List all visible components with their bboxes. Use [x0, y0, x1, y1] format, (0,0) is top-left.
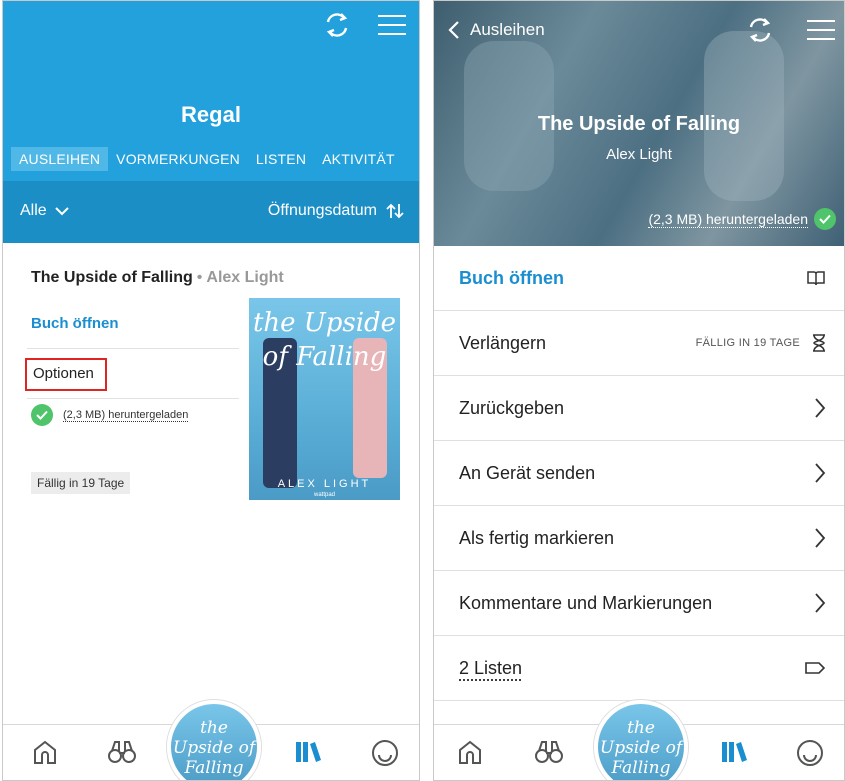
left-screen: Regal AUSLEIHEN VORMERKUNGEN LISTEN AKTI… [2, 0, 420, 781]
tab-listen[interactable]: LISTEN [248, 147, 314, 171]
sync-icon[interactable] [744, 16, 776, 44]
shelf-icon[interactable] [719, 739, 749, 770]
tab-aktivitaet[interactable]: AKTIVITÄT [314, 147, 403, 171]
check-icon [31, 404, 53, 426]
hourglass-icon [813, 334, 825, 352]
menu-label: 2 Listen [459, 657, 523, 678]
chevron-left-icon [448, 21, 459, 39]
chevron-down-icon [54, 207, 69, 216]
menu-open-book[interactable]: Buch öffnen [434, 246, 844, 311]
binoculars-icon[interactable] [534, 739, 564, 770]
book-detail-header: Ausleihen The Upside of Falling Alex Lig… [434, 1, 844, 246]
tab-vormerkungen[interactable]: VORMERKUNGEN [108, 147, 248, 171]
download-status-text: (2,3 MB) heruntergeladen [63, 408, 189, 422]
menu-icon[interactable] [377, 13, 407, 37]
divider [27, 398, 239, 399]
divider [27, 348, 239, 349]
book-title: The Upside of Falling [537, 113, 741, 135]
book-title: The Upside of Falling [31, 269, 193, 286]
bottom-nav: the Upside of Falling [434, 700, 844, 780]
due-meta: FÄLLIG IN 19 TAGE [695, 337, 800, 349]
center-cover-title: the Upside of Falling [599, 718, 683, 778]
page-title: Regal [181, 102, 241, 127]
center-cover-title: the Upside of Falling [172, 718, 256, 778]
cover-author: ALEX LIGHT [277, 478, 372, 490]
open-book-link[interactable]: Buch öffnen [31, 315, 119, 332]
shelf-header: Regal AUSLEIHEN VORMERKUNGEN LISTEN AKTI… [3, 1, 419, 181]
chevron-right-icon [815, 593, 826, 613]
cover-title: the Upside of Falling [252, 308, 397, 372]
book-cover[interactable]: the Upside of Falling ALEX LIGHT wattpad [249, 298, 400, 500]
smiley-icon[interactable] [371, 739, 399, 772]
tab-ausleihen[interactable]: AUSLEIHEN [11, 147, 109, 171]
sync-icon[interactable] [321, 11, 353, 39]
back-button[interactable]: Ausleihen [448, 20, 545, 40]
menu-icon[interactable] [806, 18, 836, 42]
shelf-icon[interactable] [293, 739, 323, 770]
due-badge: Fällig in 19 Tage [31, 472, 131, 494]
menu-notes-highlights[interactable]: Kommentare und Markierungen [434, 571, 844, 636]
back-label: Ausleihen [470, 20, 545, 39]
filter-bar: Alle Öffnungsdatum [3, 181, 419, 243]
right-screen: Ausleihen The Upside of Falling Alex Lig… [433, 0, 845, 781]
home-icon[interactable] [456, 739, 484, 770]
current-book-button[interactable]: the Upside of Falling [167, 700, 261, 780]
binoculars-icon[interactable] [107, 739, 137, 770]
menu-label: Als fertig markieren [459, 527, 615, 548]
menu-return[interactable]: Zurückgeben [434, 376, 844, 441]
cover-publisher: wattpad [313, 492, 335, 498]
book-author: Alex Light [206, 269, 284, 286]
menu-label: Verlängern [459, 332, 547, 353]
current-book-button[interactable]: the Upside of Falling [594, 700, 688, 780]
shelf-tabs: AUSLEIHEN VORMERKUNGEN LISTEN AKTIVITÄT [11, 147, 403, 171]
book-heading: The Upside of Falling • Alex Light [31, 269, 284, 287]
check-icon [814, 208, 836, 230]
home-icon[interactable] [31, 739, 59, 770]
menu-label: Buch öffnen [459, 267, 564, 288]
menu-renew[interactable]: Verlängern FÄLLIG IN 19 TAGE [434, 311, 844, 376]
menu-label: Kommentare und Markierungen [459, 592, 713, 613]
filter-label: Alle [20, 202, 47, 219]
sort-label: Öffnungsdatum [267, 202, 377, 219]
chevron-right-icon [815, 463, 826, 483]
download-status-text: (2,3 MB) heruntergeladen [648, 210, 808, 228]
chevron-right-icon [815, 528, 826, 548]
download-status: (2,3 MB) heruntergeladen [648, 208, 836, 230]
chevron-right-icon [815, 398, 826, 418]
book-author: Alex Light [606, 146, 672, 163]
book-open-icon [807, 271, 825, 286]
menu-send-to-device[interactable]: An Gerät senden [434, 441, 844, 506]
filter-dropdown[interactable]: Alle [20, 202, 69, 220]
sort-button[interactable]: Öffnungsdatum [268, 202, 405, 220]
tag-icon [805, 662, 826, 674]
menu-lists[interactable]: 2 Listen [434, 636, 844, 701]
menu-mark-finished[interactable]: Als fertig markieren [434, 506, 844, 571]
smiley-icon[interactable] [796, 739, 824, 772]
options-button[interactable]: Optionen [25, 358, 107, 391]
sort-icon [386, 203, 404, 219]
bottom-nav: the Upside of Falling [3, 700, 419, 780]
download-status: (2,3 MB) heruntergeladen [31, 404, 189, 426]
separator-dot: • [196, 269, 203, 286]
menu-label: An Gerät senden [459, 462, 596, 483]
menu-label: Zurückgeben [459, 397, 565, 418]
